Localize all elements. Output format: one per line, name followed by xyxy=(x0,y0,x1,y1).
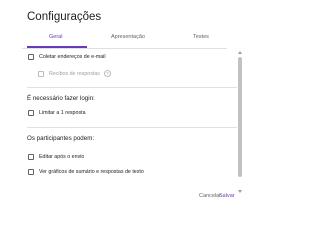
scroll-up-arrow-icon[interactable] xyxy=(238,51,242,54)
see-summary-label: Ver gráficos de sumário e respostas de t… xyxy=(39,169,144,175)
edit-after-submit-label: Editar após o envio xyxy=(39,154,85,160)
tab-tests[interactable]: Testes xyxy=(193,34,209,40)
scroll-down-arrow-icon[interactable] xyxy=(238,190,242,193)
edit-after-submit-option[interactable]: Editar após o envio xyxy=(28,154,84,160)
response-receipts-option: Recibos de respostas ? xyxy=(38,70,111,77)
see-summary-option[interactable]: Ver gráficos de sumário e respostas de t… xyxy=(28,169,144,175)
limit-one-response-checkbox[interactable] xyxy=(28,110,34,116)
see-summary-checkbox[interactable] xyxy=(28,169,34,175)
participants-section-heading: Os participantes podem: xyxy=(27,135,95,142)
scrollbar[interactable] xyxy=(237,49,243,193)
collect-email-option[interactable]: Coletar endereços de e-mail xyxy=(28,54,106,60)
tab-presentation[interactable]: Apresentação xyxy=(111,34,145,40)
limit-one-response-option[interactable]: Limitar a 1 resposta xyxy=(28,110,86,116)
settings-dialog: Configurações Geral Apresentação Testes … xyxy=(0,0,249,203)
help-icon[interactable]: ? xyxy=(103,70,111,77)
response-receipts-label: Recibos de respostas xyxy=(49,70,100,77)
cancel-button[interactable]: Cancelar xyxy=(199,193,221,199)
limit-one-response-label: Limitar a 1 resposta xyxy=(39,110,86,116)
collect-email-label: Coletar endereços de e-mail xyxy=(39,54,106,60)
collect-email-checkbox[interactable] xyxy=(28,54,34,60)
section-divider xyxy=(27,127,237,128)
tab-general[interactable]: Geral xyxy=(49,34,62,40)
dialog-title: Configurações xyxy=(27,11,102,23)
scrollbar-thumb[interactable] xyxy=(238,57,242,177)
tab-divider xyxy=(22,48,227,49)
edit-after-submit-checkbox[interactable] xyxy=(28,154,34,160)
response-receipts-checkbox xyxy=(38,70,44,77)
save-button[interactable]: Salvar xyxy=(219,193,235,199)
login-section-heading: É necessário fazer login: xyxy=(27,95,95,102)
section-divider xyxy=(27,87,237,88)
